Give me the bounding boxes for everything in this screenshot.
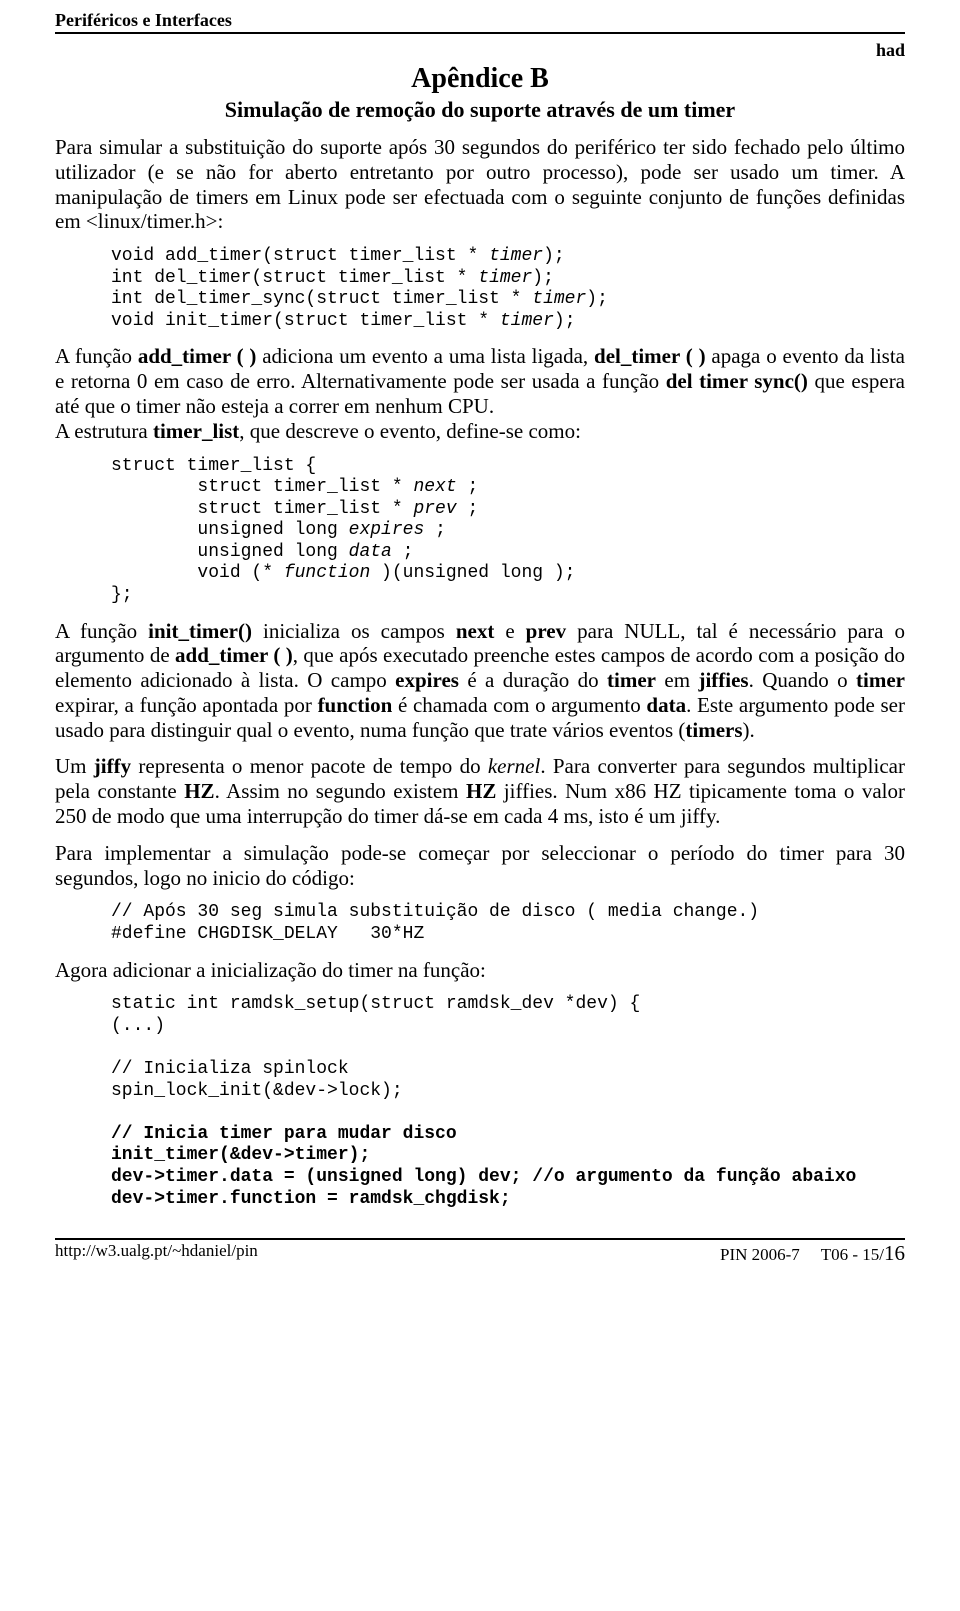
code-text: (...): [111, 1016, 165, 1036]
code-italic: timer: [532, 289, 586, 309]
header-had: had: [55, 40, 905, 61]
code-timer-functions: void add_timer(struct timer_list * timer…: [111, 246, 905, 332]
code-italic: timer: [478, 268, 532, 288]
appendix-subtitle: Simulação de remoção do suporte através …: [55, 97, 905, 123]
bold-run: prev: [526, 619, 566, 643]
bold-run: timer: [607, 668, 656, 692]
text-run: é a duração do: [459, 668, 607, 692]
code-bold: dev->timer.function = ramdsk_chgdisk;: [111, 1189, 511, 1209]
paragraph-jiffy: Um jiffy representa o menor pacote de te…: [55, 754, 905, 828]
bold-run: timer: [856, 668, 905, 692]
code-text: // Após 30 seg simula substituição de di…: [111, 902, 759, 922]
code-text: );: [543, 246, 565, 266]
code-text: void init_timer(struct timer_list *: [111, 311, 500, 331]
code-text: #define CHGDISK_DELAY 30*HZ: [111, 924, 424, 944]
code-italic: next: [413, 477, 456, 497]
text-run: A estrutura: [55, 419, 153, 443]
bold-run: data: [646, 693, 686, 717]
code-bold: // Inicia timer para mudar disco: [111, 1124, 457, 1144]
header-title: Periféricos e Interfaces: [55, 10, 232, 31]
code-text: ;: [392, 542, 414, 562]
text-run: . Assim no segundo existem: [215, 779, 466, 803]
code-text: ;: [424, 520, 446, 540]
bold-run: add_timer ( ): [138, 344, 257, 368]
page-header: Periféricos e Interfaces: [55, 10, 905, 34]
bold-run: timer_list: [153, 419, 239, 443]
page-container: Periféricos e Interfaces had Apêndice B …: [0, 0, 960, 1286]
code-text: [111, 1037, 122, 1057]
text-run: . Quando o: [749, 668, 856, 692]
text-run: A função: [55, 619, 148, 643]
bold-run: function: [318, 693, 393, 717]
footer-url: http://w3.ualg.pt/~hdaniel/pin: [55, 1241, 258, 1266]
code-define-delay: // Após 30 seg simula substituição de di…: [111, 902, 905, 945]
text-run: expirar, a função apontada por: [55, 693, 318, 717]
code-text: unsigned long: [111, 542, 349, 562]
paragraph-add-timer: A função add_timer ( ) adiciona um event…: [55, 344, 905, 418]
bold-run: HZ: [466, 779, 496, 803]
appendix-title: Apêndice B: [55, 63, 905, 95]
bold-run: next: [456, 619, 495, 643]
bold-run: del_timer ( ): [594, 344, 706, 368]
code-italic: expires: [349, 520, 425, 540]
text-run: Um: [55, 754, 94, 778]
bold-run: add_timer ( ): [175, 643, 293, 667]
bold-run: jiffy: [94, 754, 131, 778]
code-text: struct timer_list *: [111, 477, 413, 497]
bold-run: HZ: [184, 779, 214, 803]
intro-paragraph: Para simular a substituição do suporte a…: [55, 135, 905, 234]
paragraph-init-timer: A função init_timer() inicializa os camp…: [55, 619, 905, 743]
text-run: inicializa os campos: [252, 619, 456, 643]
code-ramdsk-setup: static int ramdsk_setup(struct ramdsk_de…: [111, 994, 905, 1210]
code-text: ;: [457, 477, 479, 497]
code-text: };: [111, 585, 133, 605]
title-block: Apêndice B Simulação de remoção do supor…: [55, 63, 905, 123]
footer-page-info: PIN 2006-7 T06 - 15/16: [720, 1241, 905, 1266]
code-italic: prev: [413, 499, 456, 519]
italic-run: kernel: [488, 754, 540, 778]
bold-run: expires: [395, 668, 459, 692]
bold-run: timers: [685, 718, 742, 742]
text-run: ).: [743, 718, 755, 742]
text-run: A função: [55, 344, 138, 368]
code-text: // Inicializa spinlock: [111, 1059, 349, 1079]
code-text: );: [586, 289, 608, 309]
paragraph-implement: Para implementar a simulação pode-se com…: [55, 841, 905, 891]
footer-total-pages: 16: [884, 1241, 905, 1265]
code-italic: data: [349, 542, 392, 562]
code-text: int del_timer(struct timer_list *: [111, 268, 478, 288]
code-text: );: [554, 311, 576, 331]
code-text: unsigned long: [111, 520, 349, 540]
code-italic: timer: [489, 246, 543, 266]
paragraph-add-init: Agora adicionar a inicialização do timer…: [55, 958, 905, 983]
footer-text: PIN 2006-7 T06 - 15/: [720, 1245, 884, 1264]
text-run: , que descreve o evento, define-se como:: [239, 419, 581, 443]
code-text: ;: [457, 499, 479, 519]
code-text: )(unsigned long );: [370, 563, 575, 583]
code-text: [111, 1102, 122, 1122]
code-text: struct timer_list *: [111, 499, 413, 519]
text-run: adiciona um evento a uma lista ligada,: [256, 344, 594, 368]
code-bold: dev->timer.data = (unsigned long) dev; /…: [111, 1167, 856, 1187]
bold-run: jiffies: [698, 668, 748, 692]
text-run: representa o menor pacote de tempo do: [131, 754, 488, 778]
paragraph-timer-list: A estrutura timer_list, que descreve o e…: [55, 419, 905, 444]
code-italic: timer: [500, 311, 554, 331]
code-text: struct timer_list {: [111, 456, 316, 476]
code-text: );: [532, 268, 554, 288]
code-text: spin_lock_init(&dev->lock);: [111, 1081, 403, 1101]
code-text: static int ramdsk_setup(struct ramdsk_de…: [111, 994, 640, 1014]
code-timer-list-struct: struct timer_list { struct timer_list * …: [111, 456, 905, 607]
bold-run: init_timer(): [148, 619, 252, 643]
code-text: void add_timer(struct timer_list *: [111, 246, 489, 266]
bold-run: del timer sync(): [666, 369, 808, 393]
code-text: int del_timer_sync(struct timer_list *: [111, 289, 532, 309]
code-bold: init_timer(&dev->timer);: [111, 1145, 370, 1165]
text-run: em: [656, 668, 698, 692]
text-run: e: [494, 619, 525, 643]
code-text: void (*: [111, 563, 284, 583]
code-italic: function: [284, 563, 370, 583]
page-footer: http://w3.ualg.pt/~hdaniel/pin PIN 2006-…: [55, 1238, 905, 1266]
text-run: é chamada com o argumento: [392, 693, 646, 717]
